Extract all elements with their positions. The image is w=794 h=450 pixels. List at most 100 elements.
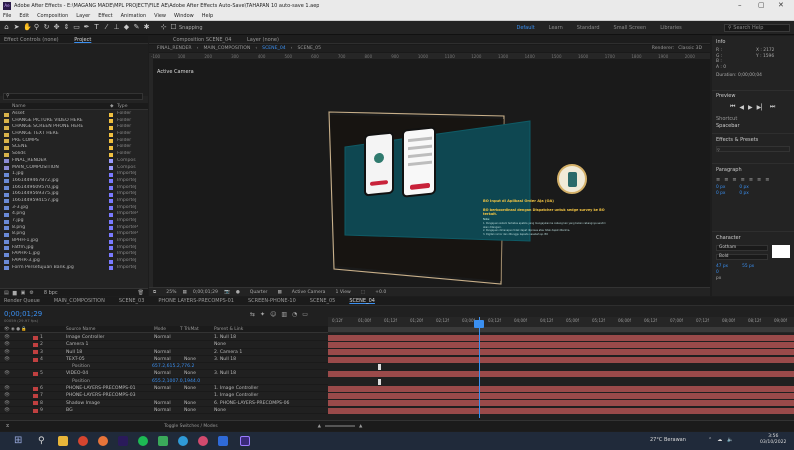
label-color-swatch[interactable] (109, 152, 113, 157)
layer-duration-bar[interactable] (328, 400, 794, 407)
close-button[interactable]: ✕ (778, 1, 784, 9)
align-right-icon[interactable]: ≡ (732, 177, 736, 183)
exposure-value[interactable]: +0.0 (375, 290, 386, 295)
indent-left[interactable]: 0 px (716, 185, 725, 190)
menu-file[interactable]: File (3, 13, 11, 19)
motion-blur-icon[interactable]: ◔ (292, 311, 297, 318)
parent-dropdown[interactable]: None (214, 407, 314, 414)
label-color-swatch[interactable] (109, 159, 113, 164)
font-family-dropdown[interactable]: Gotham (716, 245, 768, 251)
layer-duration-bar[interactable] (328, 385, 794, 392)
search-icon[interactable]: ⚲ (38, 436, 48, 446)
resolution-dropdown[interactable]: Quarter (250, 290, 268, 295)
layer-label-color[interactable] (33, 394, 38, 399)
ae2-icon[interactable] (240, 436, 250, 446)
files-icon[interactable] (58, 436, 68, 446)
bit-depth-label[interactable]: 8 bpc (44, 290, 58, 296)
layer-label-color[interactable] (33, 372, 38, 377)
justify-center-icon[interactable]: ≡ (749, 177, 753, 183)
layer-row[interactable]: 👁 8 Shadow Image Normal None 6. PHONE-LAYERS-… (0, 400, 328, 407)
breadcrumb-scene05[interactable]: SCENE_05 (298, 46, 322, 51)
layer-duration-bar[interactable] (328, 349, 794, 356)
label-color-swatch[interactable] (109, 112, 113, 117)
breadcrumb-scene04[interactable]: SCENE_04 (262, 46, 286, 51)
label-color-swatch[interactable] (109, 246, 113, 251)
label-color-swatch[interactable] (109, 119, 113, 124)
roto-icon[interactable]: ✎ (133, 24, 140, 31)
preview-mode-icon[interactable]: ⧉ (153, 289, 156, 295)
font-style-dropdown[interactable]: Bold (716, 254, 768, 260)
project-item[interactable]: 1661449609570.jpg ImporteJ (0, 185, 148, 192)
keyframe[interactable] (378, 363, 381, 370)
effects-search-input[interactable]: ⚲ (716, 146, 790, 152)
rect-icon[interactable]: ▭ (73, 24, 80, 31)
layer-property-row[interactable]: Position 657.2,615.2,776.2 (0, 363, 328, 371)
layer-row[interactable]: 👁 2 Camera 1 None (0, 341, 328, 349)
next-frame-icon[interactable]: ▶▏ (757, 104, 766, 111)
label-color-swatch[interactable] (109, 179, 113, 184)
label-color-swatch[interactable] (109, 186, 113, 191)
label-color-swatch[interactable] (109, 259, 113, 264)
breadcrumb-final-render[interactable]: FINAL_RENDER (157, 46, 192, 51)
store-icon[interactable] (218, 436, 228, 446)
position-value[interactable]: 655.2,1007.0,1944.0 (152, 378, 200, 385)
stamp-icon[interactable]: ⊥ (113, 24, 120, 31)
blend-mode-dropdown[interactable]: Normal (154, 385, 182, 392)
volume-icon[interactable]: 🔈 (727, 437, 733, 443)
layer-row[interactable]: 👁 9 BG Normal None None (0, 407, 328, 415)
align-left-icon[interactable]: ≡ (716, 177, 720, 183)
weather-widget[interactable]: 27°C Berawan (650, 437, 686, 443)
label-color-swatch[interactable] (109, 139, 113, 144)
parent-dropdown[interactable]: 1. Image Controller (214, 385, 314, 392)
menu-effect[interactable]: Effect (98, 13, 112, 19)
label-color-swatch[interactable] (109, 166, 113, 170)
project-item[interactable]: PRE COMPS Folder (0, 138, 148, 145)
layer-label-color[interactable] (33, 401, 38, 406)
label-color-swatch[interactable] (109, 226, 113, 231)
header-source-name[interactable]: Source Name (66, 327, 95, 332)
layer-row[interactable]: 👁 5 VIDEO-04 Normal None 3. Null 18 (0, 370, 328, 378)
workspace-standard[interactable]: Standard (577, 25, 600, 31)
menu-animation[interactable]: Animation (121, 13, 147, 19)
font-size[interactable]: 47 px (716, 264, 728, 269)
draft3d-icon[interactable]: ⬚ (361, 290, 365, 295)
keyframe[interactable] (378, 378, 381, 385)
chevron-up-icon[interactable]: ⌃ (708, 437, 712, 443)
play-icon[interactable]: ▶ (748, 104, 753, 111)
label-color-swatch[interactable] (109, 219, 113, 224)
space-after[interactable]: 0 px (739, 191, 748, 196)
label-color-swatch[interactable] (109, 266, 113, 271)
comp-flowchart-icon[interactable]: ⇆ (250, 311, 255, 318)
firefox-icon[interactable] (98, 436, 108, 446)
timeline-timecode[interactable]: 0;00;01;29 (4, 310, 42, 318)
stroke-width[interactable]: px (716, 276, 754, 282)
tab-scene04[interactable]: SCENE_04 (349, 297, 375, 305)
tab-phone-layers[interactable]: PHONE LAYERS-PRECOMPS-01 (158, 297, 234, 305)
project-item[interactable]: SCENE Folder (0, 144, 148, 151)
shy-icon[interactable]: ☺ (270, 311, 276, 318)
transparency-icon[interactable]: ▩ (277, 290, 281, 295)
parent-dropdown[interactable]: None (214, 341, 314, 348)
layer-label-color[interactable] (33, 342, 38, 347)
view-layout-dropdown[interactable]: 1 View (336, 290, 351, 295)
parent-dropdown[interactable]: 1. Null 18 (214, 334, 314, 341)
trkmat-dropdown[interactable]: None (184, 385, 196, 392)
orbit-icon[interactable]: ↻ (43, 24, 50, 31)
menu-help[interactable]: Help (202, 13, 213, 19)
draft3d-toggle-icon[interactable]: ✦ (260, 311, 265, 318)
zoom-icon[interactable]: ⚲ (33, 24, 40, 31)
visibility-eye-icon[interactable]: 👁 (4, 392, 10, 399)
trkmat-dropdown[interactable]: None (184, 400, 196, 407)
project-item[interactable]: FAPHR-1.jpg ImporteJ (0, 251, 148, 258)
project-item[interactable]: 8.png ImporteP (0, 225, 148, 232)
visibility-eye-icon[interactable]: 👁 (4, 370, 10, 377)
tab-main-composition[interactable]: MAIN_COMPOSITION (54, 297, 105, 305)
edge-icon[interactable] (178, 436, 188, 446)
label-color-swatch[interactable] (109, 232, 113, 237)
project-item[interactable]: BPHH-1.jpg ImporteJ (0, 238, 148, 245)
search-help-input[interactable]: ⚲ Search Help (724, 24, 790, 32)
label-color-swatch[interactable] (109, 172, 113, 177)
header-parent[interactable]: Parent & Link (214, 327, 243, 332)
align-center-icon[interactable]: ≡ (724, 177, 728, 183)
layer-label-color[interactable] (33, 335, 38, 340)
